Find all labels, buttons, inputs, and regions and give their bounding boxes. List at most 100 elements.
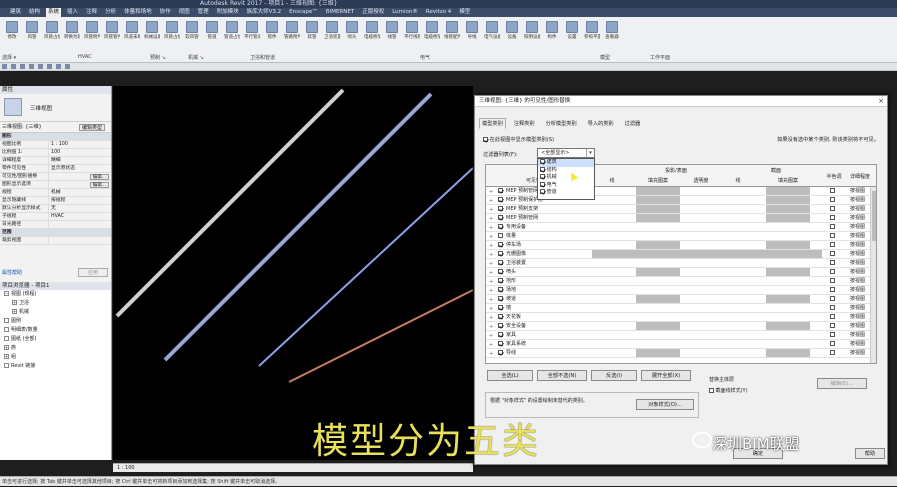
invert-button[interactable]: 反选(I)	[591, 370, 637, 381]
undo-icon[interactable]	[20, 64, 25, 69]
browser-item[interactable]: 明细表/数量	[0, 326, 111, 335]
expand-icon[interactable]: +	[489, 341, 493, 349]
expand-icon[interactable]: +	[12, 309, 17, 314]
category-visibility-checkbox[interactable]	[498, 233, 503, 238]
ribbon-tab[interactable]: 分析	[103, 8, 118, 17]
measure-icon[interactable]	[47, 64, 52, 69]
instance-selector[interactable]: 三维视图: {三维} 编辑类型	[0, 122, 111, 133]
filter-option[interactable]: 电气	[538, 181, 594, 190]
category-visibility-checkbox[interactable]	[498, 215, 503, 220]
table-row[interactable]: + MEP 预制管网 按视图	[486, 214, 876, 223]
ribbon-button[interactable]: 电缆桥架配件	[424, 21, 440, 40]
dialog-tab[interactable]: 导入的类别	[585, 118, 617, 129]
category-visibility-checkbox[interactable]	[498, 314, 503, 319]
ribbon-button[interactable]: 参照平面	[584, 21, 600, 40]
halftone-checkbox[interactable]	[830, 323, 835, 328]
ribbon-button[interactable]: 转换为软风管	[64, 21, 80, 40]
halftone-checkbox[interactable]	[830, 296, 835, 301]
open-icon[interactable]	[2, 64, 7, 69]
ribbon-button[interactable]: 管路附件	[284, 21, 300, 40]
ribbon-tab[interactable]: 视图	[177, 8, 192, 17]
properties-help-link[interactable]: 属性帮助	[2, 269, 22, 276]
dialog-tab[interactable]: 注释类别	[511, 118, 538, 129]
halftone-checkbox[interactable]	[830, 206, 835, 211]
property-edit-button[interactable]: 编辑...	[89, 174, 109, 180]
object-styles-button[interactable]: 对象样式(O)...	[636, 399, 694, 410]
select-none-button[interactable]: 全部不选(N)	[537, 370, 587, 381]
ribbon-tab[interactable]: 协作	[158, 8, 173, 17]
ribbon-tab[interactable]: 模型	[457, 8, 472, 17]
expand-icon[interactable]: +	[489, 305, 493, 313]
property-value[interactable]: 按规程	[48, 197, 111, 204]
property-value[interactable]: 编辑...	[48, 181, 111, 188]
detail-level-value[interactable]: 按视图	[850, 277, 865, 285]
ribbon-button[interactable]: 风道末端	[124, 21, 140, 40]
ribbon-button[interactable]: 风管附件	[84, 21, 100, 40]
cut-line-styles-checkbox[interactable]	[709, 388, 714, 393]
expand-icon[interactable]: +	[489, 296, 493, 304]
property-value[interactable]: 显示原状态	[48, 165, 111, 172]
property-row-crop[interactable]: 裁剪视图	[0, 237, 111, 245]
table-row[interactable]: + 体量 按视图	[486, 232, 876, 241]
ribbon-button[interactable]: 照明设备	[524, 21, 540, 40]
apply-button[interactable]: 应用	[78, 268, 108, 277]
category-visibility-checkbox[interactable]	[498, 206, 503, 211]
edit-type-button[interactable]: 编辑类型	[78, 124, 105, 131]
halftone-checkbox[interactable]	[830, 251, 835, 256]
type-selector[interactable]: 三维视图	[0, 94, 111, 122]
table-row[interactable]: + 专用设备 按视图	[486, 223, 876, 232]
property-edit-button[interactable]: 编辑...	[89, 182, 109, 188]
ribbon-button[interactable]: 平行管道	[244, 21, 260, 40]
ribbon-button[interactable]: 管道	[204, 21, 220, 40]
detail-level-value[interactable]: 按视图	[850, 313, 865, 321]
expand-icon[interactable]: +	[489, 332, 493, 340]
property-row[interactable]: 比例值 1: 100	[0, 149, 111, 157]
browser-item[interactable]: + 组	[0, 353, 111, 362]
category-visibility-checkbox[interactable]	[498, 242, 503, 247]
detail-level-value[interactable]: 按视图	[850, 259, 865, 267]
expand-icon[interactable]: +	[489, 269, 493, 277]
expand-icon[interactable]: +	[12, 300, 17, 305]
dialog-tab[interactable]: 过滤器	[622, 118, 644, 129]
detail-level-value[interactable]: 按视图	[850, 223, 865, 231]
ribbon-button[interactable]: 风管占位符	[164, 21, 180, 40]
show-categories-checkbox[interactable]	[483, 137, 488, 142]
ribbon-button[interactable]: 电气设备	[484, 21, 500, 40]
property-row[interactable]: 规程 机械	[0, 189, 111, 197]
expand-icon[interactable]: +	[489, 215, 493, 223]
property-value[interactable]	[48, 221, 111, 228]
show-categories-row[interactable]: 在此视图中显示模型类别(S)	[483, 136, 554, 143]
property-row[interactable]: 默认分析显示样式 无	[0, 205, 111, 213]
3d-viewport[interactable]	[113, 86, 473, 460]
detail-level-value[interactable]: 按视图	[850, 250, 865, 258]
view-scale[interactable]: 1 : 100	[117, 465, 135, 471]
filter-option[interactable]: 结构	[538, 166, 594, 175]
halftone-checkbox[interactable]	[830, 215, 835, 220]
category-visibility-checkbox[interactable]	[498, 332, 503, 337]
help-button[interactable]: 帮助	[855, 448, 885, 459]
expand-icon[interactable]: +	[489, 287, 493, 295]
property-row[interactable]: 显示隐藏线 按规程	[0, 197, 111, 205]
duct-line-1[interactable]	[115, 88, 345, 318]
property-value[interactable]: 机械	[48, 189, 111, 196]
property-row[interactable]: 视图比例 1 : 100	[0, 141, 111, 149]
table-row[interactable]: + 家具系统 按视图	[486, 340, 876, 349]
ribbon-button[interactable]: 修改	[4, 21, 20, 40]
halftone-checkbox[interactable]	[830, 224, 835, 229]
expand-icon[interactable]: +	[489, 242, 493, 250]
close-icon[interactable]: ×	[878, 96, 884, 107]
category-visibility-checkbox[interactable]	[498, 278, 503, 283]
ribbon-tab[interactable]: 族库大师V3.2	[245, 8, 284, 17]
halftone-checkbox[interactable]	[830, 260, 835, 265]
ribbon-button[interactable]: 卫浴装置	[324, 21, 340, 40]
category-visibility-checkbox[interactable]	[498, 305, 503, 310]
halftone-checkbox[interactable]	[830, 233, 835, 238]
expand-icon[interactable]: +	[489, 260, 493, 268]
expand-icon[interactable]: +	[489, 251, 493, 259]
filter-option[interactable]: 建筑	[538, 159, 594, 167]
ribbon-tab[interactable]: 建筑	[8, 8, 23, 17]
ribbon-button[interactable]: 线管	[384, 21, 400, 40]
expand-icon[interactable]: +	[489, 278, 493, 286]
ribbon-tab[interactable]: 附加模块	[215, 8, 241, 17]
table-row[interactable]: + 喷头 按视图	[486, 268, 876, 277]
